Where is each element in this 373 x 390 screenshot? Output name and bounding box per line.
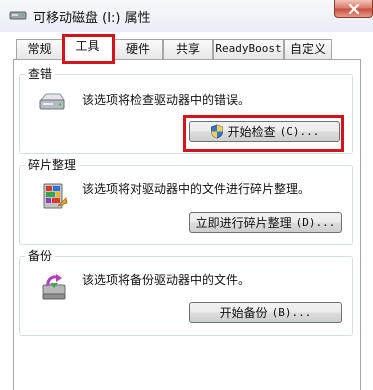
start-check-button[interactable]: 开始检查 (C)... <box>189 121 340 142</box>
start-backup-label: 开始备份 <box>219 306 268 320</box>
tab-readyboost[interactable]: ReadyBoost <box>213 39 284 59</box>
tab-general[interactable]: 常规 <box>16 39 63 59</box>
close-button[interactable] <box>334 0 373 18</box>
tab-customize[interactable]: 自定义 <box>284 39 332 59</box>
defrag-icon <box>43 183 68 209</box>
defrag-group: 碎片整理 该选项将对驱动器中的文件进行碎片整理。 立即进行碎片整理 (D)... <box>19 157 353 245</box>
drive-check-icon <box>39 93 65 110</box>
defrag-description: 该选项将对驱动器中的文件进行碎片整理。 <box>82 182 311 196</box>
tab-tools[interactable]: 工具 <box>62 36 113 61</box>
defrag-now-label: 立即进行碎片整理 <box>195 216 292 230</box>
uac-shield-icon <box>210 124 223 139</box>
error-check-title: 查错 <box>25 66 56 82</box>
error-check-group: 查错 该选项将检查驱动器中的错误。 开始检查 (C)... <box>19 66 353 154</box>
error-check-description: 该选项将检查驱动器中的错误。 <box>82 93 251 107</box>
tab-hardware[interactable]: 硬件 <box>113 39 163 59</box>
tab-sharing[interactable]: 共享 <box>163 39 213 59</box>
defrag-title: 碎片整理 <box>25 157 80 173</box>
start-backup-button[interactable]: 开始备份 (B)... <box>189 302 342 323</box>
removable-drive-icon <box>9 11 27 20</box>
backup-group: 备份 该选项将备份驱动器中的文件。 开始备份 (B)... <box>19 248 353 336</box>
defrag-now-button[interactable]: 立即进行碎片整理 (D)... <box>189 212 342 233</box>
close-icon <box>348 3 359 14</box>
start-backup-shortcut: (B)... <box>271 306 312 319</box>
tab-strip: 常规 工具 硬件 共享 ReadyBoost 自定义 <box>0 32 373 61</box>
title-bar[interactable]: 可移动磁盘 (I:) 属性 <box>0 0 373 32</box>
start-check-shortcut: (C)... <box>279 125 320 138</box>
start-check-label: 开始检查 <box>227 125 276 139</box>
backup-description: 该选项将备份驱动器中的文件。 <box>82 273 251 287</box>
backup-icon <box>42 274 66 300</box>
backup-title: 备份 <box>25 248 56 264</box>
window-title: 可移动磁盘 (I:) 属性 <box>33 11 151 26</box>
defrag-now-shortcut: (D)... <box>295 216 336 229</box>
